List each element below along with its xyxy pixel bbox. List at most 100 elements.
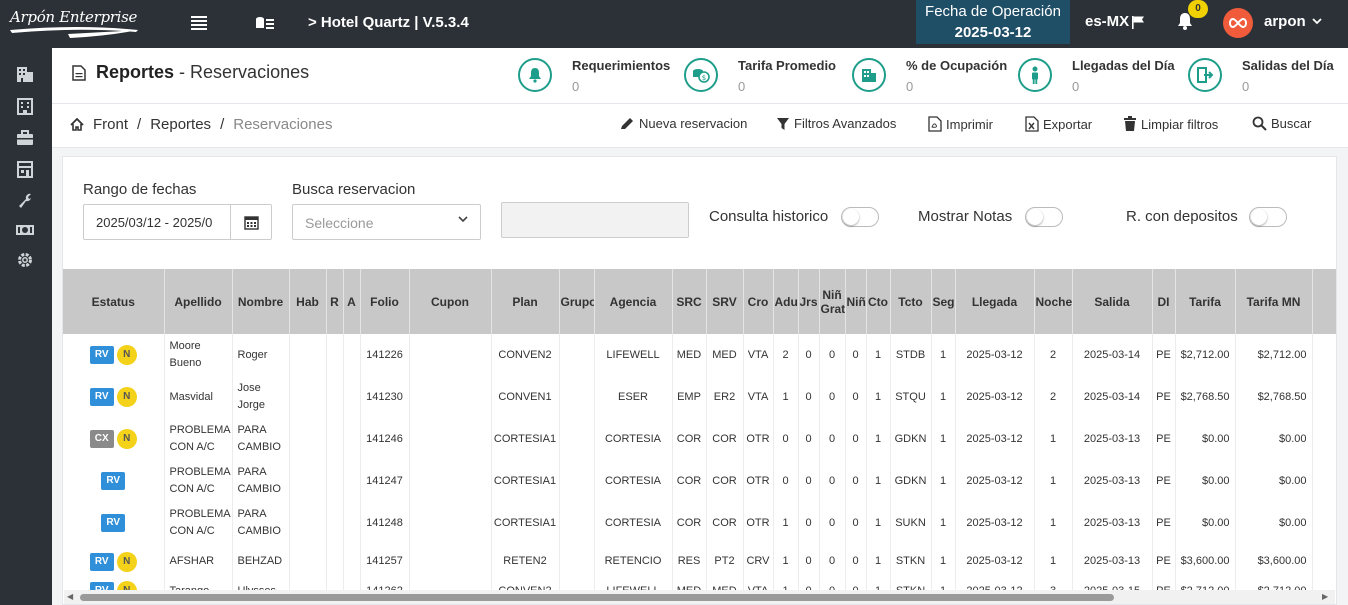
notes-badge[interactable]: N — [116, 387, 137, 407]
status-badge[interactable]: RV — [89, 388, 114, 406]
cell-ninograt: 0 — [819, 544, 846, 579]
breadcrumb-front[interactable]: Front — [93, 116, 128, 133]
cell-di: PE — [1152, 544, 1176, 579]
cell-di: PE — [1152, 418, 1176, 460]
column-header[interactable]: Cro — [743, 269, 774, 334]
status-badge[interactable]: RV — [101, 472, 126, 490]
calendar-icon[interactable] — [230, 205, 271, 239]
menu-icon[interactable] — [190, 14, 208, 32]
column-header[interactable]: Hab — [289, 269, 327, 334]
column-header[interactable]: Plan — [491, 269, 560, 334]
cell-salida: 2025-03-14 — [1072, 334, 1153, 376]
imprimir-button[interactable]: Imprimir — [928, 116, 993, 132]
user-avatar[interactable] — [1223, 8, 1253, 38]
column-header[interactable]: Grupo — [559, 269, 595, 334]
cell-r — [326, 502, 344, 544]
sidebar — [0, 48, 52, 605]
notification-count-badge: 0 — [1188, 0, 1208, 18]
cell-folio: 141226 — [360, 334, 410, 376]
cell-cto: 1 — [866, 502, 891, 544]
cell-srv: MED — [706, 334, 744, 376]
gear-icon[interactable] — [15, 250, 35, 270]
status-badge[interactable]: RV — [89, 346, 114, 364]
column-header[interactable]: DI — [1152, 269, 1176, 334]
column-header[interactable]: Tarifa — [1175, 269, 1236, 334]
status-badge[interactable]: RV — [101, 514, 126, 532]
consulta-historico-toggle[interactable] — [841, 207, 879, 227]
notes-badge[interactable]: N — [116, 551, 137, 572]
briefcase-icon[interactable] — [15, 128, 35, 148]
column-header[interactable]: Apellido — [164, 269, 233, 334]
imprimir-label: Imprimir — [946, 116, 993, 132]
column-header[interactable]: Niñ — [845, 269, 867, 334]
column-header[interactable]: Niñ Grat — [819, 269, 846, 334]
column-header[interactable]: Adu — [773, 269, 799, 334]
table-row[interactable]: RV PROBLEMA CON A/C PARA CAMBIO 141248 CORTE… — [63, 502, 1336, 544]
search-text-input[interactable] — [501, 202, 689, 238]
column-header[interactable]: Nombre — [232, 269, 290, 334]
column-header[interactable]: Llegada — [955, 269, 1035, 334]
database-list-icon[interactable] — [255, 14, 275, 32]
language-selector[interactable]: es-MX — [1085, 13, 1145, 30]
column-header[interactable]: Estatus — [63, 269, 165, 334]
column-header[interactable]: Cto — [866, 269, 891, 334]
column-header[interactable]: Agencia — [594, 269, 673, 334]
logo-text: Arpón Enterprise — [10, 8, 138, 26]
busca-reservacion-select[interactable]: Seleccione — [292, 204, 481, 240]
cell-src: MED — [672, 334, 707, 376]
table-row[interactable]: RV PROBLEMA CON A/C PARA CAMBIO 141247 CORTE… — [63, 460, 1336, 502]
cell-folio: 141246 — [360, 418, 410, 460]
nueva-reservacion-button[interactable]: Nueva reservacion — [619, 116, 747, 131]
hotel-icon[interactable] — [15, 96, 35, 116]
scrollbar-thumb[interactable] — [80, 594, 1114, 601]
scroll-right-icon[interactable]: ▶ — [1322, 592, 1332, 602]
wrench-icon[interactable] — [15, 190, 35, 210]
building-icon[interactable] — [15, 64, 35, 84]
user-menu[interactable]: arpon — [1264, 13, 1322, 30]
cell-adu: 1 — [773, 502, 799, 544]
date-range-input[interactable]: 2025/03/12 - 2025/0 — [83, 204, 272, 240]
table-row[interactable]: CX N PROBLEMA CON A/C PARA CAMBIO 141246 CORT… — [63, 418, 1336, 460]
buscar-button[interactable]: Buscar — [1252, 116, 1311, 131]
column-header[interactable]: Tarifa MN — [1235, 269, 1313, 334]
notes-badge[interactable]: N — [116, 429, 137, 449]
date-range-value: 2025/03/12 - 2025/0 — [96, 215, 213, 230]
breadcrumb-reportes[interactable]: Reportes — [150, 116, 211, 133]
cell-ninograt: 0 — [819, 334, 846, 376]
column-header[interactable]: Seg — [931, 269, 956, 334]
mostrar-notas-toggle[interactable] — [1025, 207, 1063, 227]
cell-plan: CORTESIA1 — [491, 502, 560, 544]
cell-seg: 1 — [931, 502, 956, 544]
status-badge[interactable]: RV — [89, 552, 114, 571]
table-row[interactable]: RV N Moore Bueno Roger 141226 CONVEN2 LIFEWELL… — [63, 334, 1336, 376]
column-header[interactable]: A — [343, 269, 361, 334]
column-header[interactable]: SRV — [706, 269, 744, 334]
column-header[interactable]: Folio — [360, 269, 410, 334]
store-icon[interactable] — [15, 159, 35, 179]
scroll-left-icon[interactable]: ◀ — [67, 592, 77, 602]
column-header[interactable]: Tcto — [890, 269, 932, 334]
cell-seg: 1 — [931, 460, 956, 502]
limpiar-filtros-button[interactable]: Limpiar filtros — [1123, 116, 1218, 132]
column-header[interactable]: SRC — [672, 269, 707, 334]
exportar-button[interactable]: Exportar — [1025, 116, 1092, 132]
cell-nombre: Jose Jorge — [232, 376, 290, 418]
stat-label: Tarifa Promedio — [738, 58, 837, 73]
column-header[interactable]: Cupon — [409, 269, 492, 334]
column-header[interactable]: Jrs — [798, 269, 820, 334]
table-row[interactable]: RV N AFSHAR BEHZAD 141257 RETEN2 RETENCIO RES PT… — [63, 544, 1336, 579]
notes-badge[interactable]: N — [116, 345, 137, 365]
status-badge[interactable]: CX — [89, 430, 114, 448]
column-header[interactable]: Salida — [1072, 269, 1153, 334]
search-icon — [1252, 116, 1267, 131]
filtros-avanzados-button[interactable]: Filtros Avanzados — [776, 116, 896, 131]
table-row[interactable]: RV N Masvidal Jose Jorge 141230 CONVEN1 ESER EM… — [63, 376, 1336, 418]
app-logo[interactable]: Arpón Enterprise — [8, 8, 140, 40]
money-icon[interactable] — [15, 220, 35, 240]
con-depositos-toggle[interactable] — [1249, 207, 1287, 227]
column-header[interactable]: R — [326, 269, 344, 334]
infinity-icon — [1229, 17, 1247, 29]
horizontal-scrollbar[interactable]: ◀ ▶ — [64, 590, 1335, 604]
column-header[interactable]: Noche — [1034, 269, 1073, 334]
cell-salida: 2025-03-13 — [1072, 418, 1153, 460]
